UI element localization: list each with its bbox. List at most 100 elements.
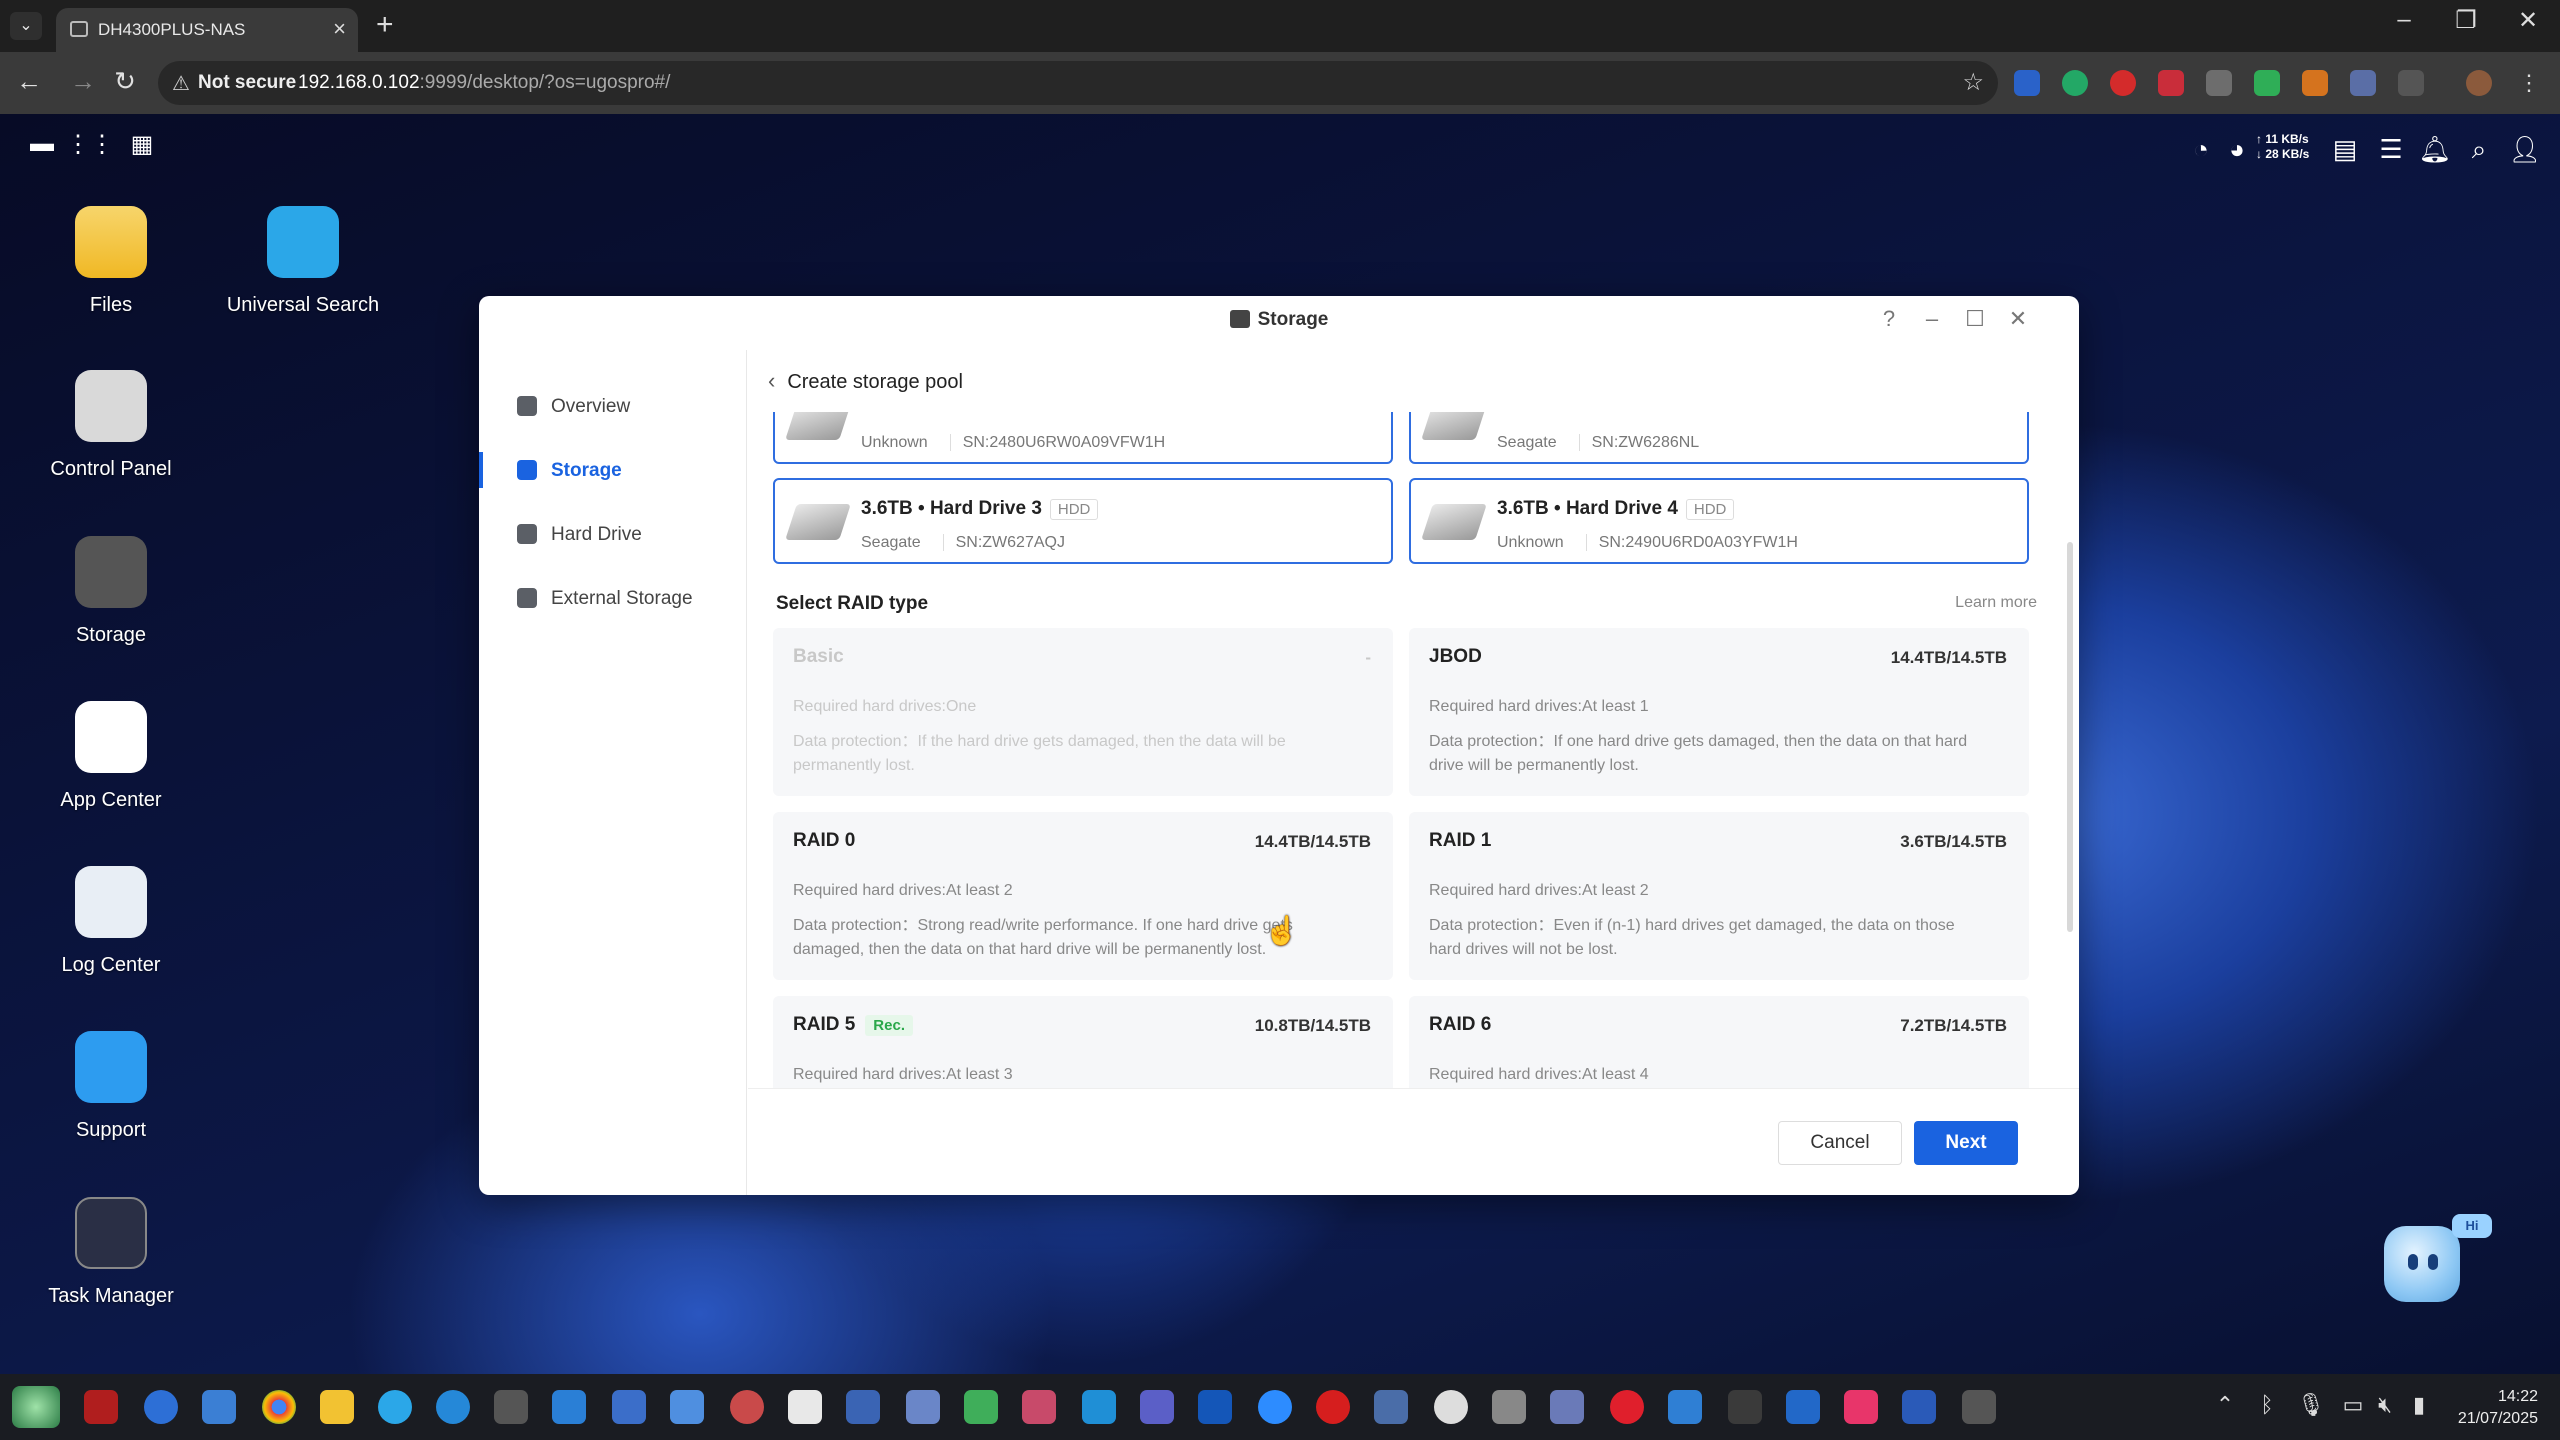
app-icon[interactable] (1786, 1390, 1820, 1424)
bluetooth-icon[interactable]: ᛒ (2252, 1392, 2282, 1418)
app-icon[interactable] (1492, 1390, 1526, 1424)
app-icon[interactable] (1844, 1390, 1878, 1424)
download-extension-icon[interactable] (2206, 70, 2232, 96)
back-icon[interactable]: ← (12, 66, 46, 97)
file-explorer-icon[interactable] (320, 1390, 354, 1424)
next-button[interactable]: Next (1914, 1121, 2018, 1165)
extension-icon[interactable] (2014, 70, 2040, 96)
raid-option-basic[interactable]: Basic - Required hard drives:One Data pr… (773, 628, 1393, 796)
forward-icon[interactable]: → (66, 66, 100, 97)
app-grid-icon[interactable]: ⋮⋮ (66, 130, 114, 159)
sidebar-item-overview[interactable]: Overview (479, 382, 747, 430)
microphone-icon[interactable]: 🎙︎ (2296, 1392, 2326, 1418)
sidebar-item-hard-drive[interactable]: Hard Drive (479, 510, 747, 558)
app-icon[interactable] (670, 1390, 704, 1424)
app-icon[interactable] (436, 1390, 470, 1424)
zoom-icon[interactable] (1258, 1390, 1292, 1424)
app-icon[interactable] (378, 1390, 412, 1424)
storage-taskbar-icon[interactable]: ▦ (126, 130, 158, 159)
drive-card[interactable]: Seagate SN:ZW6286NL (1409, 412, 2029, 464)
desktop-icon-task-manager[interactable]: Task Manager (21, 1197, 201, 1308)
browser-restore-button[interactable]: ❐ (2446, 6, 2486, 35)
pool-form-scroll-area[interactable]: Unknown SN:2480U6RW0A09VFW1H Seagate SN:ZW… (748, 412, 2079, 1088)
app-icon[interactable] (1550, 1390, 1584, 1424)
clock[interactable]: 14:22 21/07/2025 (2448, 1386, 2538, 1430)
app-icon[interactable] (1668, 1390, 1702, 1424)
ram-gauge-icon[interactable]: ◕ (2220, 134, 2254, 165)
app-icon[interactable] (906, 1390, 940, 1424)
desktop-icon-app-center[interactable]: App Center (21, 701, 201, 812)
task-view-icon[interactable] (202, 1390, 236, 1424)
profile-avatar[interactable] (2466, 70, 2492, 96)
extension-icon[interactable] (2302, 70, 2328, 96)
desktop-icon-files[interactable]: Files (21, 206, 201, 317)
reload-icon[interactable]: ↻ (108, 66, 142, 97)
battery-icon[interactable]: ▮ (2404, 1392, 2434, 1418)
task-list-icon[interactable]: ☰ (2374, 134, 2408, 165)
app-icon[interactable] (1022, 1390, 1056, 1424)
back-chevron-icon[interactable]: ‹ (768, 368, 775, 394)
volume-muted-icon[interactable]: 🔇︎ (2370, 1392, 2400, 1418)
search-icon[interactable]: ⌕ (2462, 134, 2496, 166)
desktop-icon-storage[interactable]: Storage (21, 536, 201, 647)
app-icon[interactable] (1374, 1390, 1408, 1424)
bookmark-star-icon[interactable]: ☆ (1962, 68, 1984, 97)
raid-option-raid1[interactable]: RAID 1 3.6TB/14.5TB Required hard drives… (1409, 812, 2029, 980)
app-icon[interactable] (1082, 1390, 1116, 1424)
start-button[interactable] (12, 1386, 60, 1428)
minimize-icon[interactable]: – (1914, 306, 1950, 332)
app-icon[interactable] (612, 1390, 646, 1424)
tab-close-icon[interactable]: × (333, 16, 346, 42)
extensions-puzzle-icon[interactable] (2398, 70, 2424, 96)
opera-icon[interactable] (1610, 1390, 1644, 1424)
calculator-icon[interactable] (1728, 1390, 1762, 1424)
raid-option-raid6[interactable]: RAID 6 7.2TB/14.5TB Required hard drives… (1409, 996, 2029, 1088)
close-icon[interactable]: ✕ (2000, 306, 2036, 332)
teams-icon[interactable] (1140, 1390, 1174, 1424)
drive-card-hard-drive-3[interactable]: 3.6TB • Hard Drive 3 HDD Seagate SN:ZW627A… (773, 478, 1393, 564)
app-icon[interactable] (788, 1390, 822, 1424)
cpu-gauge-icon[interactable]: ◔ (2184, 134, 2218, 165)
assistant-robot-icon[interactable] (2384, 1226, 2460, 1302)
notification-bell-icon[interactable]: 🔔︎ (2418, 134, 2452, 165)
scrollbar[interactable] (2067, 542, 2073, 932)
app-icon[interactable] (1434, 1390, 1468, 1424)
desktop-icon-control-panel[interactable]: Control Panel (21, 370, 201, 481)
extension-icon[interactable] (2110, 70, 2136, 96)
desktop-icon-log-center[interactable]: Log Center (21, 866, 201, 977)
app-icon[interactable] (1198, 1390, 1232, 1424)
new-tab-button[interactable]: + (376, 8, 394, 42)
app-icon[interactable] (730, 1390, 764, 1424)
tab-list-button[interactable]: ⌄ (10, 12, 42, 40)
extension-icon[interactable] (2350, 70, 2376, 96)
raid-option-raid5[interactable]: RAID 5 Rec. 10.8TB/14.5TB Required hard d… (773, 996, 1393, 1088)
app-icon[interactable] (494, 1390, 528, 1424)
grammarly-extension-icon[interactable] (2062, 70, 2088, 96)
raid-option-raid0[interactable]: RAID 0 14.4TB/14.5TB Required hard drive… (773, 812, 1393, 980)
app-icon[interactable] (1902, 1390, 1936, 1424)
app-icon[interactable] (84, 1390, 118, 1424)
drive-card[interactable]: Unknown SN:2480U6RW0A09VFW1H (773, 412, 1393, 464)
raid-option-jbod[interactable]: JBOD 14.4TB/14.5TB Required hard drives:… (1409, 628, 2029, 796)
address-bar[interactable]: ⚠ Not secure 192.168.0.102:9999/desktop/… (158, 61, 1998, 105)
window-title-bar[interactable]: Storage ? – ☐ ✕ (479, 296, 2079, 350)
maximize-icon[interactable]: ☐ (1957, 306, 1993, 332)
desktop-icon-universal-search[interactable]: Universal Search (213, 206, 393, 317)
sidebar-item-storage[interactable]: Storage (479, 446, 747, 494)
adblock-extension-icon[interactable] (2158, 70, 2184, 96)
record-icon[interactable] (1316, 1390, 1350, 1424)
tray-chevron-icon[interactable]: ⌃ (2210, 1392, 2240, 1418)
assistant-chat-bubble[interactable]: Hi (2452, 1214, 2492, 1238)
drive-card-hard-drive-4[interactable]: 3.6TB • Hard Drive 4 HDD Unknown SN:2490U6… (1409, 478, 2029, 564)
browser-menu-icon[interactable]: ⋮ (2516, 70, 2542, 96)
app-icon[interactable] (552, 1390, 586, 1424)
cancel-button[interactable]: Cancel (1778, 1121, 1902, 1165)
browser-close-button[interactable]: ✕ (2508, 6, 2548, 35)
app-icon[interactable] (1962, 1390, 1996, 1424)
app-icon[interactable] (964, 1390, 998, 1424)
desktop-icon-support[interactable]: Support (21, 1031, 201, 1142)
sidebar-item-external-storage[interactable]: External Storage (479, 574, 747, 622)
help-button[interactable]: ? (1871, 306, 1907, 332)
browser-minimize-button[interactable]: – (2384, 6, 2424, 34)
app-icon[interactable] (144, 1390, 178, 1424)
